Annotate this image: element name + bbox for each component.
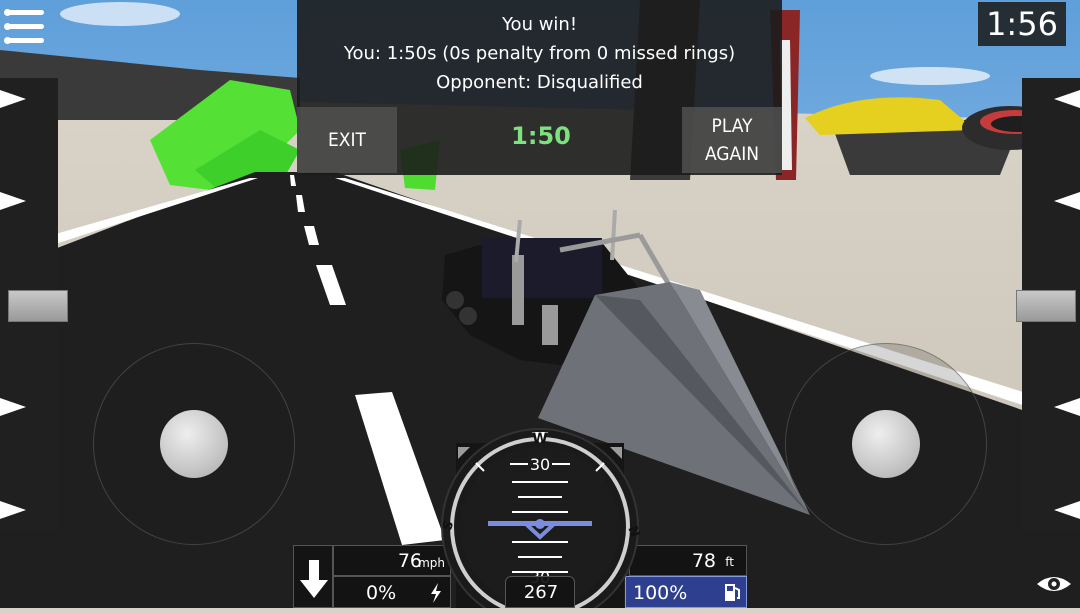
play-again-label-line1: PLAY [711, 115, 753, 137]
rail-tick [1054, 90, 1080, 108]
eye-icon[interactable] [1036, 574, 1072, 594]
result-opponent-line: Opponent: Disqualified [436, 72, 643, 93]
menu-button[interactable] [4, 8, 46, 46]
exit-button[interactable]: EXIT [297, 107, 397, 173]
left-joystick-knob[interactable] [160, 410, 228, 478]
rail-tick [1054, 398, 1080, 416]
rail-tick [0, 398, 26, 416]
heading-value: 267 [523, 582, 559, 603]
compass-letter-w: W [532, 431, 547, 447]
left-joystick[interactable] [93, 343, 295, 545]
final-time: 1:50 [511, 122, 571, 150]
rail-tick [1054, 192, 1080, 210]
heading-readout: 267 [505, 576, 575, 608]
altitude-unit: ft [725, 555, 734, 569]
play-again-button[interactable]: PLAY AGAIN [682, 107, 782, 173]
brake-button[interactable] [293, 545, 333, 608]
throttle-value: 0% [366, 582, 397, 604]
altitude-readout: 78 ft [629, 545, 747, 576]
left-trim-rail[interactable] [0, 78, 68, 530]
right-joystick-knob[interactable] [852, 410, 920, 478]
result-headline: You win! [501, 14, 578, 35]
result-player-line: You: 1:50s (0s penalty from 0 missed rin… [343, 43, 736, 64]
down-arrow-icon [300, 560, 328, 598]
right-trim-handle[interactable] [1016, 290, 1076, 322]
exit-button-label: EXIT [328, 129, 366, 151]
play-again-label-line2: AGAIN [704, 143, 760, 165]
rail-tick [0, 192, 26, 210]
right-joystick[interactable] [785, 343, 987, 545]
speed-readout: 76 mph [333, 545, 451, 576]
fuel-gauge: 100% [625, 576, 747, 608]
right-trim-rail[interactable] [1016, 78, 1080, 530]
left-trim-handle[interactable] [8, 290, 68, 322]
rail-tick [0, 90, 26, 108]
fuel-value: 100% [633, 582, 688, 604]
fuel-pump-icon [725, 584, 740, 601]
race-timer: 1:56 [978, 2, 1066, 46]
altitude-value: 78 [691, 550, 716, 572]
rail-tick [0, 501, 26, 519]
throttle-readout: 0% [333, 576, 451, 608]
pitch-label-top: 30 [530, 455, 550, 474]
race-timer-value: 1:56 [986, 5, 1058, 43]
race-result-dialog: You win! You: 1:50s (0s penalty from 0 m… [297, 0, 782, 175]
rail-tick [1054, 501, 1080, 519]
